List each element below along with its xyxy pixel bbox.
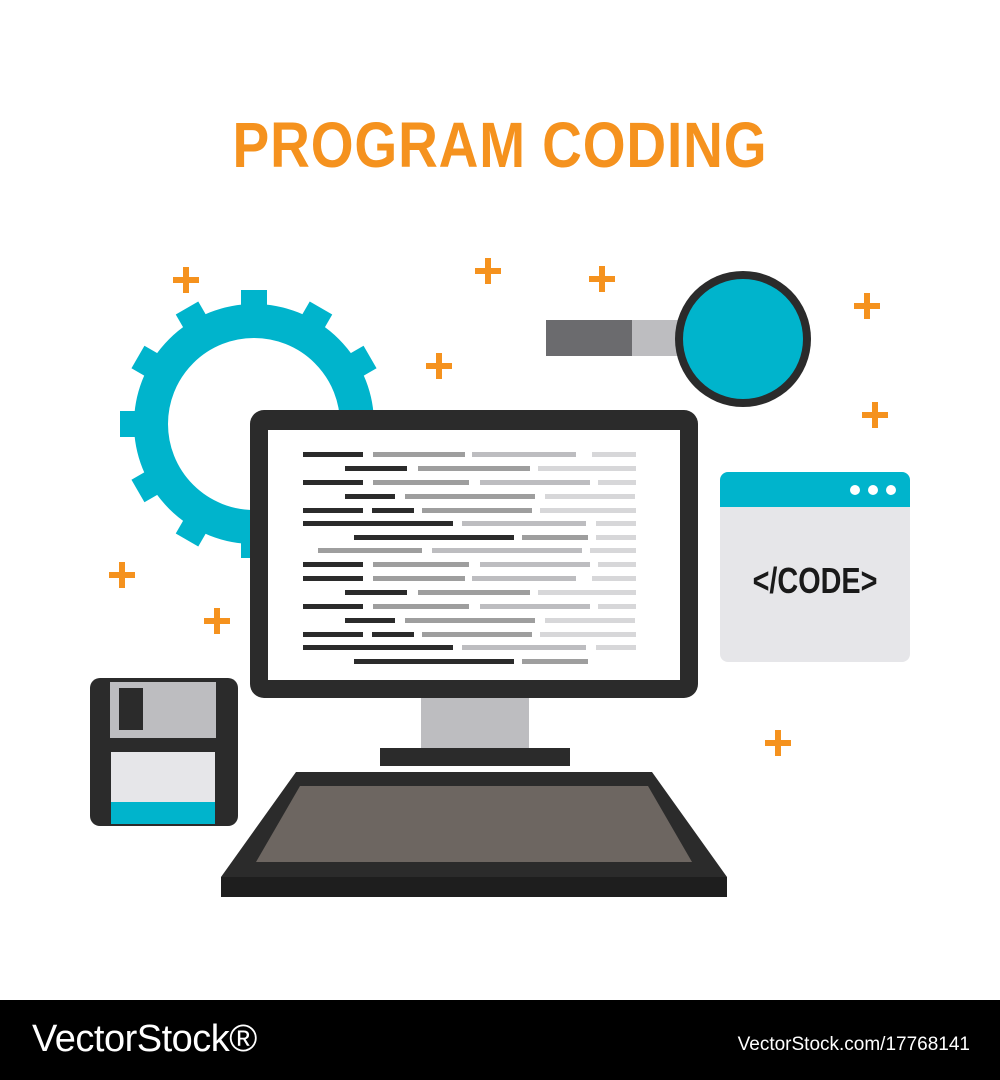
monitor-stand [380,694,570,766]
footer-logo: VectorStock® [32,1018,257,1060]
code-label: </CODE> [752,560,878,601]
magnifier-icon [546,271,811,407]
footer-image-id: VectorStock.com/17768141 [737,1034,970,1055]
watermark-footer: VectorStock® VectorStock.com/17768141 [0,1000,1000,1080]
code-window-icon: </CODE> [720,472,910,662]
monitor-icon [250,410,698,698]
floppy-disk-icon [90,678,238,826]
window-dots-icon [850,485,896,495]
code-window-titlebar [720,472,910,507]
keyboard-icon [221,772,727,897]
